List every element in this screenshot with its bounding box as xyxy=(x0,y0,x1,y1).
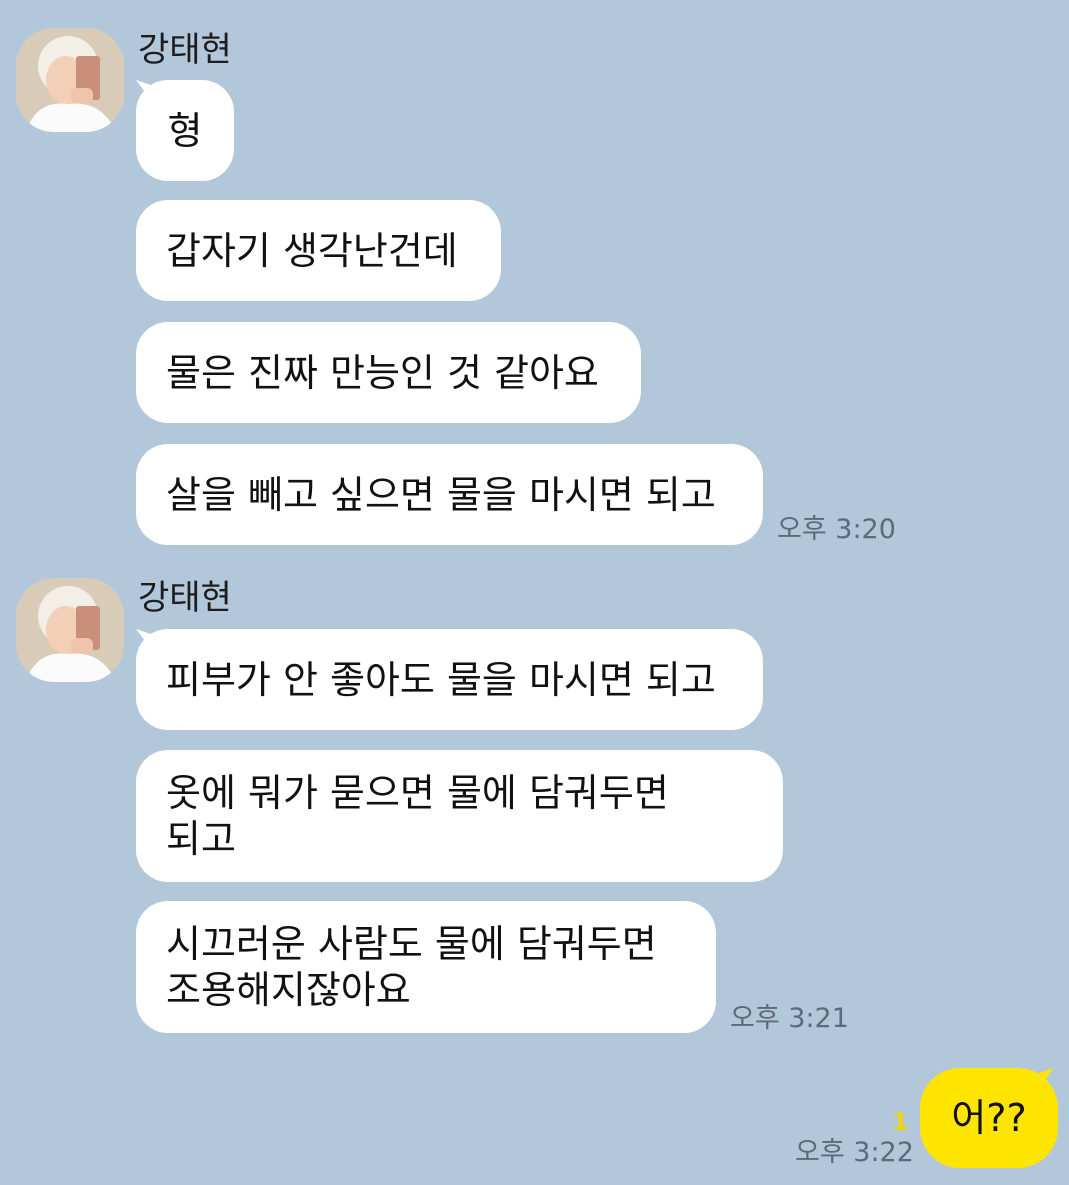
profile-photo-icon xyxy=(16,578,124,682)
profile-photo-icon xyxy=(16,28,124,132)
message-text: 피부가 안 좋아도 물을 마시면 되고 xyxy=(166,657,716,702)
message-time: 오후 3:22 xyxy=(795,1137,914,1168)
message-bubble[interactable]: 물은 진짜 만능인 것 같아요 xyxy=(136,322,641,423)
message-text: 살을 빼고 싶으면 물을 마시면 되고 xyxy=(166,472,716,517)
message-text-line: 조용해지잖아요 xyxy=(166,968,411,1012)
sender-avatar[interactable] xyxy=(16,578,124,682)
message-time: 오후 3:20 xyxy=(777,514,896,545)
message-bubble[interactable]: 형 xyxy=(136,80,234,181)
message-bubble[interactable]: 갑자기 생각난건데 xyxy=(136,200,501,301)
message-text: 물은 진짜 만능인 것 같아요 xyxy=(166,350,599,395)
message-text: 형 xyxy=(167,108,203,153)
message-bubble[interactable]: 살을 빼고 싶으면 물을 마시면 되고 xyxy=(136,444,763,545)
unread-count: 1 xyxy=(892,1108,909,1136)
sender-name: 강태현 xyxy=(138,578,232,618)
sender-avatar[interactable] xyxy=(16,28,124,132)
message-bubble[interactable]: 피부가 안 좋아도 물을 마시면 되고 xyxy=(136,629,763,730)
message-text: 어?? xyxy=(951,1096,1027,1140)
message-text-line: 옷에 뭐가 묻으면 물에 담궈두면 xyxy=(166,771,669,815)
message-bubble[interactable]: 시끄러운 사람도 물에 담궈두면 조용해지잖아요 xyxy=(136,901,716,1033)
message-text-line: 되고 xyxy=(166,817,236,861)
sender-name: 강태현 xyxy=(138,30,232,70)
message-text: 갑자기 생각난건데 xyxy=(166,228,458,273)
message-bubble[interactable]: 옷에 뭐가 묻으면 물에 담궈두면 되고 xyxy=(136,750,783,882)
message-time: 오후 3:21 xyxy=(730,1003,849,1034)
my-message-bubble[interactable]: 어?? xyxy=(920,1068,1058,1168)
message-text-line: 시끄러운 사람도 물에 담궈두면 xyxy=(166,922,657,966)
